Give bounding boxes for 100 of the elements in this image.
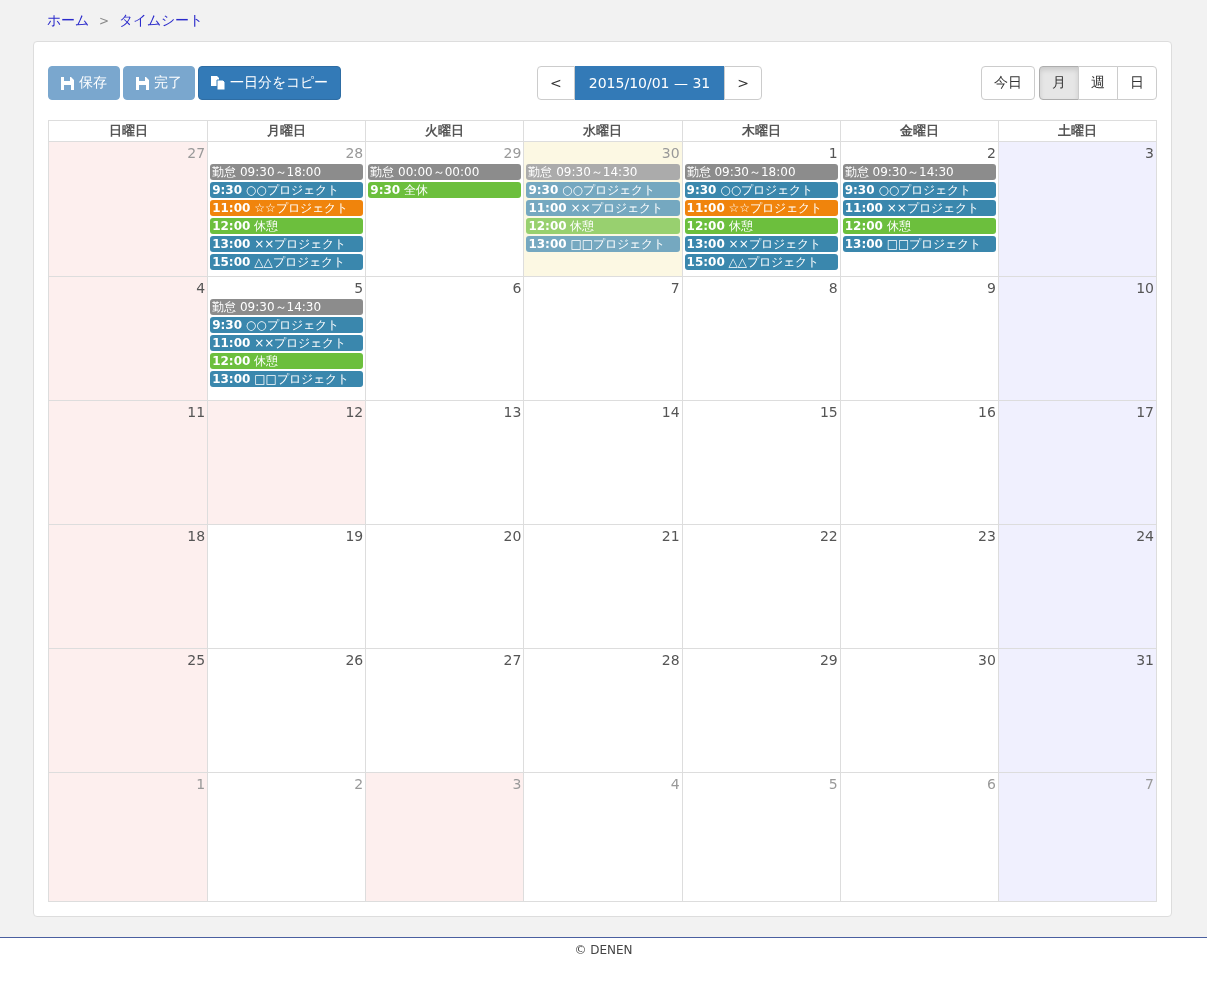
day-cell[interactable]: 10 [997, 277, 1156, 401]
today-button[interactable]: 今日 [981, 66, 1035, 100]
day-cell[interactable]: 14 [523, 401, 682, 525]
calendar-event[interactable]: 13:00 □□プロジェクト [210, 371, 364, 387]
day-number: 12 [344, 403, 364, 422]
day-cell[interactable]: 5 勤怠 09:30～14:30 9:30 ○○プロジェクト 11:00 ××プロジェクト 12:00 休憩 13:00 □□プロジェクト [207, 277, 366, 401]
calendar-event[interactable]: 12:00 休憩 [842, 218, 996, 234]
day-number: 20 [502, 527, 522, 546]
day-cell[interactable]: 29 勤怠 00:00～00:00 9:30 全休 [365, 142, 524, 277]
calendar-event[interactable]: 12:00 休憩 [684, 218, 838, 234]
calendar-event[interactable]: 13:00 ××プロジェクト [684, 236, 838, 252]
calendar-event[interactable]: 13:00 □□プロジェクト [526, 236, 680, 252]
day-cell[interactable]: 6 [365, 277, 524, 401]
next-button[interactable]: > [724, 66, 762, 100]
day-cell[interactable]: 31 [997, 649, 1156, 773]
calendar-event[interactable]: 勤怠 09:30～14:30 [210, 299, 364, 315]
day-cell[interactable]: 7 [997, 773, 1156, 901]
calendar-event[interactable]: 9:30 ○○プロジェクト [210, 317, 364, 333]
day-number: 3 [1144, 144, 1154, 163]
day-cell[interactable]: 17 [997, 401, 1156, 525]
calendar-event[interactable]: 11:00 ××プロジェクト [526, 200, 680, 216]
day-number: 29 [818, 651, 838, 670]
calendar-event[interactable]: 13:00 □□プロジェクト [842, 236, 996, 252]
calendar-event[interactable]: 15:00 △△プロジェクト [210, 254, 364, 270]
day-number: 30 [660, 144, 680, 163]
calendar-event[interactable]: 13:00 ××プロジェクト [210, 236, 364, 252]
toolbar-button[interactable]: 一日分をコピー [198, 66, 341, 100]
day-cell[interactable]: 28 勤怠 09:30～18:00 9:30 ○○プロジェクト 11:00 ☆☆プロジェクト 12:00 休憩 13:00 ××プロジェクト 15:00 △△プロジェクト [207, 142, 366, 277]
day-cell[interactable]: 27 [49, 142, 208, 277]
calendar-event[interactable]: 9:30 ○○プロジェクト [684, 182, 838, 198]
day-cell[interactable]: 28 [523, 649, 682, 773]
day-cell[interactable]: 15 [681, 401, 840, 525]
day-cell[interactable]: 26 [207, 649, 366, 773]
day-number: 3 [511, 775, 522, 794]
calendar-event[interactable]: 9:30 全休 [368, 182, 522, 198]
day-number: 22 [818, 527, 838, 546]
calendar-event[interactable]: 勤怠 09:30～14:30 [842, 164, 996, 180]
day-cell[interactable]: 29 [681, 649, 840, 773]
day-number: 27 [186, 144, 206, 163]
day-number: 13 [502, 403, 522, 422]
day-cell[interactable]: 27 [365, 649, 524, 773]
day-cell[interactable]: 21 [523, 525, 682, 649]
day-cell[interactable]: 13 [365, 401, 524, 525]
copy-icon [211, 76, 225, 90]
view-tab[interactable]: 月 [1039, 66, 1079, 100]
day-cell[interactable]: 19 [207, 525, 366, 649]
day-cell[interactable]: 12 [207, 401, 366, 525]
breadcrumb-link[interactable]: タイムシート [119, 12, 204, 30]
calendar-event[interactable]: 12:00 休憩 [210, 218, 364, 234]
footer-copyright: © DENEN [574, 943, 633, 957]
view-tab[interactable]: 週 [1078, 66, 1118, 100]
calendar-event[interactable]: 勤怠 09:30～18:00 [684, 164, 838, 180]
calendar-event[interactable]: 15:00 △△プロジェクト [684, 254, 838, 270]
day-cell[interactable]: 4 [49, 277, 208, 401]
day-cell[interactable]: 9 [839, 277, 998, 401]
day-cell[interactable]: 1 勤怠 09:30～18:00 9:30 ○○プロジェクト 11:00 ☆☆プロジェクト 12:00 休憩 13:00 ××プロジェクト 15:00 △△プロジェクト [681, 142, 840, 277]
day-number: 2 [985, 144, 996, 163]
day-number: 7 [1144, 775, 1154, 794]
calendar-event[interactable]: 9:30 ○○プロジェクト [210, 182, 364, 198]
day-number: 7 [669, 279, 680, 298]
day-cell[interactable]: 3 [365, 773, 524, 901]
day-number: 31 [1135, 651, 1154, 670]
day-cell[interactable]: 16 [839, 401, 998, 525]
breadcrumb-link[interactable]: ホーム [47, 12, 89, 30]
day-cell[interactable]: 3 [997, 142, 1156, 277]
calendar-event[interactable]: 9:30 ○○プロジェクト [842, 182, 996, 198]
calendar-event[interactable]: 勤怠 09:30～14:30 [526, 164, 680, 180]
day-cell[interactable]: 20 [365, 525, 524, 649]
day-cell[interactable]: 6 [839, 773, 998, 901]
day-cell[interactable]: 23 [839, 525, 998, 649]
day-cell[interactable]: 30 勤怠 09:30～14:30 9:30 ○○プロジェクト 11:00 ××プロジェクト 12:00 休憩 13:00 □□プロジェクト [523, 142, 682, 277]
calendar-event[interactable]: 11:00 ☆☆プロジェクト [684, 200, 838, 216]
day-cell[interactable]: 2 勤怠 09:30～14:30 9:30 ○○プロジェクト 11:00 ××プロジェクト 12:00 休憩 13:00 □□プロジェクト [839, 142, 998, 277]
day-cell[interactable]: 25 [49, 649, 208, 773]
day-cell[interactable]: 8 [681, 277, 840, 401]
day-cell[interactable]: 1 [49, 773, 208, 901]
day-cell[interactable]: 22 [681, 525, 840, 649]
calendar-event[interactable]: 9:30 ○○プロジェクト [526, 182, 680, 198]
calendar-event[interactable]: 勤怠 09:30～18:00 [210, 164, 364, 180]
day-number: 10 [1135, 279, 1154, 298]
day-cell[interactable]: 24 [997, 525, 1156, 649]
calendar-event[interactable]: 11:00 ☆☆プロジェクト [210, 200, 364, 216]
day-cell[interactable]: 5 [681, 773, 840, 901]
day-number: 5 [827, 775, 838, 794]
calendar-event[interactable]: 11:00 ××プロジェクト [210, 335, 364, 351]
calendar-event[interactable]: 11:00 ××プロジェクト [842, 200, 996, 216]
view-tab[interactable]: 日 [1117, 66, 1157, 100]
day-number: 25 [186, 651, 206, 670]
calendar-event[interactable]: 12:00 休憩 [210, 353, 364, 369]
day-cell[interactable]: 7 [523, 277, 682, 401]
day-number: 1 [827, 144, 838, 163]
day-cell[interactable]: 11 [49, 401, 208, 525]
day-number: 23 [977, 527, 996, 546]
day-cell[interactable]: 4 [523, 773, 682, 901]
day-cell[interactable]: 18 [49, 525, 208, 649]
calendar-event[interactable]: 勤怠 00:00～00:00 [368, 164, 522, 180]
day-number: 2 [353, 775, 364, 794]
date-range: 2015/10/01 — 31 [574, 66, 725, 100]
previous-button[interactable]: < [537, 66, 575, 100]
day-cell[interactable]: 30 [839, 649, 998, 773]
